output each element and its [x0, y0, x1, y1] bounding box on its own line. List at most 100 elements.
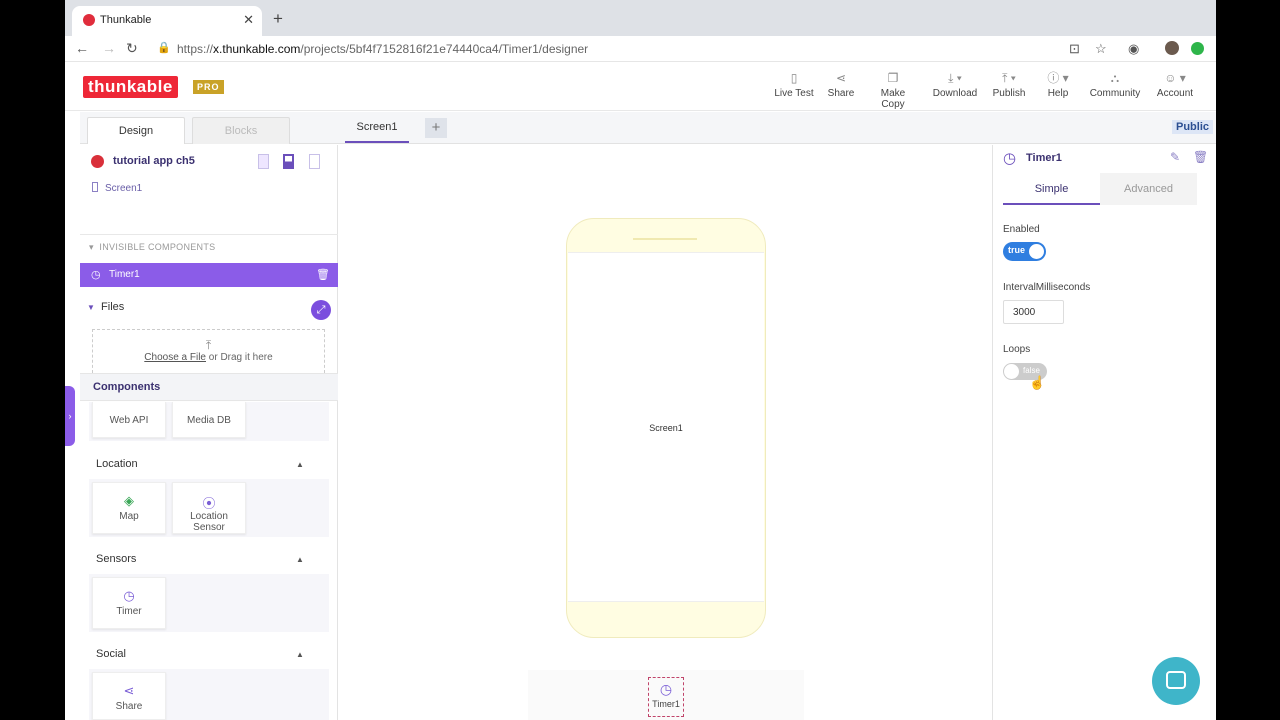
view-mode-selected-icon[interactable] — [283, 154, 294, 169]
enabled-toggle[interactable]: true — [1003, 242, 1046, 261]
component-media-db[interactable]: Media DB — [172, 402, 246, 438]
translate-icon[interactable]: ⊡ — [1069, 41, 1080, 57]
extension-icon[interactable]: ◉ — [1128, 41, 1139, 57]
community-button[interactable]: ⛬ Community — [1088, 70, 1142, 99]
share-button[interactable]: ⋖ Share — [826, 70, 856, 99]
tree-item-timer1[interactable]: ◷ Timer1 🗑 — [80, 263, 338, 287]
stopwatch-icon: ◷ — [1003, 150, 1017, 167]
address-bar: ← → ↻ 🔒 https://x.thunkable.com/projects… — [65, 36, 1216, 62]
reload-icon[interactable]: ↻ — [126, 40, 138, 57]
category-sensors[interactable]: Sensors — [96, 553, 136, 565]
drag-hint: or Drag it here — [206, 352, 273, 363]
choose-file-link[interactable]: Choose a File — [144, 352, 206, 363]
close-tab-icon[interactable]: ✕ — [243, 12, 254, 28]
publish-button[interactable]: ⤒ ▾ Publish — [991, 70, 1027, 99]
share-label: Share — [827, 88, 855, 99]
download-label: Download — [932, 88, 978, 99]
forward-icon[interactable]: → — [102, 40, 116, 56]
collapse-sensors-icon[interactable]: ▲ — [296, 555, 304, 564]
invisible-components-header[interactable]: ▾ INVISIBLE COMPONENTS — [89, 242, 215, 253]
card-label: Media DB — [187, 415, 231, 426]
tab-blocks[interactable]: Blocks — [192, 117, 290, 144]
expand-files-button[interactable]: ⤢ — [311, 300, 331, 320]
card-label: Location Sensor — [190, 511, 228, 533]
update-icon[interactable] — [1191, 42, 1204, 55]
timer1-label: Timer1 — [109, 269, 140, 280]
user-icon: ☺ ▾ — [1164, 71, 1186, 85]
toggle-knob — [1004, 364, 1019, 379]
interval-label: IntervalMilliseconds — [1003, 282, 1091, 293]
download-button[interactable]: ⤓ ▾ Download — [931, 70, 979, 99]
live-test-label: Live Test — [774, 88, 814, 99]
expand-sidebar-handle[interactable]: › — [65, 386, 75, 446]
chat-support-button[interactable] — [1152, 657, 1200, 705]
stopwatch-icon: ◷ — [123, 588, 135, 603]
hand-cursor-icon: ☝ — [1029, 375, 1046, 390]
component-location-sensor[interactable]: ⦿ Location Sensor — [172, 482, 246, 534]
stopwatch-icon: ◷ — [659, 681, 673, 697]
add-screen-button[interactable]: + — [425, 118, 447, 138]
back-icon[interactable]: ← — [75, 40, 89, 56]
thunkable-favicon-icon — [83, 14, 95, 26]
public-badge[interactable]: Public — [1171, 120, 1213, 134]
canvas-timer1-label: Timer1 — [652, 699, 680, 709]
copy-icon: ❐ — [887, 71, 899, 85]
interval-input[interactable]: 3000 — [1003, 300, 1064, 324]
view-mode-icon[interactable] — [309, 154, 320, 169]
collapse-social-icon[interactable]: ▲ — [296, 650, 304, 659]
tab-simple[interactable]: Simple — [1003, 173, 1100, 205]
files-header[interactable]: ▼ Files — [87, 301, 124, 313]
map-icon: ◈ — [124, 493, 134, 508]
browser-tab[interactable]: Thunkable ✕ — [72, 6, 262, 36]
component-share[interactable]: ⋖ Share — [92, 672, 166, 720]
canvas-timer1[interactable]: ◷ Timer1 — [648, 677, 684, 717]
component-web-api[interactable]: Web API — [92, 402, 166, 438]
edit-pencil-icon[interactable]: ✎ — [1170, 150, 1180, 164]
component-timer[interactable]: ◷ Timer — [92, 577, 166, 629]
bookmark-star-icon[interactable]: ☆ — [1095, 41, 1107, 57]
category-social[interactable]: Social — [96, 648, 126, 660]
phone-speaker — [633, 238, 697, 240]
download-icon: ⤓ ▾ — [948, 71, 962, 85]
account-button[interactable]: ☺ ▾ Account — [1155, 70, 1195, 99]
component-map[interactable]: ◈ Map — [92, 482, 166, 534]
help-label: Help — [1047, 88, 1069, 99]
file-dropzone[interactable]: ⤒ Choose a File or Drag it here — [92, 329, 325, 373]
thunkable-logo[interactable]: thunkable — [83, 76, 178, 98]
tree-item-label: Screen1 — [105, 183, 143, 194]
trash-icon[interactable]: 🗑 — [1193, 150, 1208, 164]
make-copy-button[interactable]: ❐ Make Copy — [868, 70, 918, 110]
phone-icon: ▯ — [790, 71, 798, 85]
tab-screen1[interactable]: Screen1 — [345, 112, 409, 143]
url-text: https://x.thunkable.com/projects/5bf4f71… — [177, 42, 589, 56]
screen1-canvas[interactable]: Screen1 — [568, 252, 764, 602]
view-mode-icon[interactable] — [258, 154, 269, 169]
make-copy-label: Make Copy — [880, 88, 906, 110]
profile-avatar[interactable] — [1165, 41, 1179, 55]
new-tab-icon[interactable]: + — [273, 9, 283, 29]
community-label: Community — [1089, 88, 1141, 99]
tree-item-screen1[interactable]: Screen1 — [92, 182, 142, 194]
share-icon: ⋖ — [835, 71, 847, 85]
pro-badge: PRO — [193, 80, 224, 94]
account-label: Account — [1156, 88, 1194, 99]
enabled-label: Enabled — [1003, 224, 1040, 235]
project-icon — [91, 155, 104, 168]
category-location[interactable]: Location — [96, 458, 138, 470]
card-label: Web API — [109, 415, 149, 426]
collapse-location-icon[interactable]: ▲ — [296, 460, 304, 469]
help-button[interactable]: ⓘ ▾ Help — [1045, 70, 1071, 99]
tab-advanced[interactable]: Advanced — [1100, 173, 1197, 205]
project-name[interactable]: tutorial app ch5 — [113, 155, 195, 167]
card-label: Map — [119, 511, 139, 522]
live-test-button[interactable]: ▯ Live Test — [773, 70, 815, 99]
url-field[interactable]: 🔒 https://x.thunkable.com/projects/5bf4f… — [153, 38, 1113, 60]
trash-icon[interactable]: 🗑 — [316, 268, 330, 281]
design-canvas: Screen1 ◷ Timer1 — [339, 145, 992, 720]
lock-icon: 🔒 — [157, 42, 171, 54]
tab-design[interactable]: Design — [87, 117, 185, 144]
upload-icon: ⤒ ▾ — [1002, 71, 1016, 85]
card-label: Timer — [116, 606, 142, 617]
card-label: Share — [115, 701, 143, 712]
loops-label: Loops — [1003, 344, 1031, 355]
